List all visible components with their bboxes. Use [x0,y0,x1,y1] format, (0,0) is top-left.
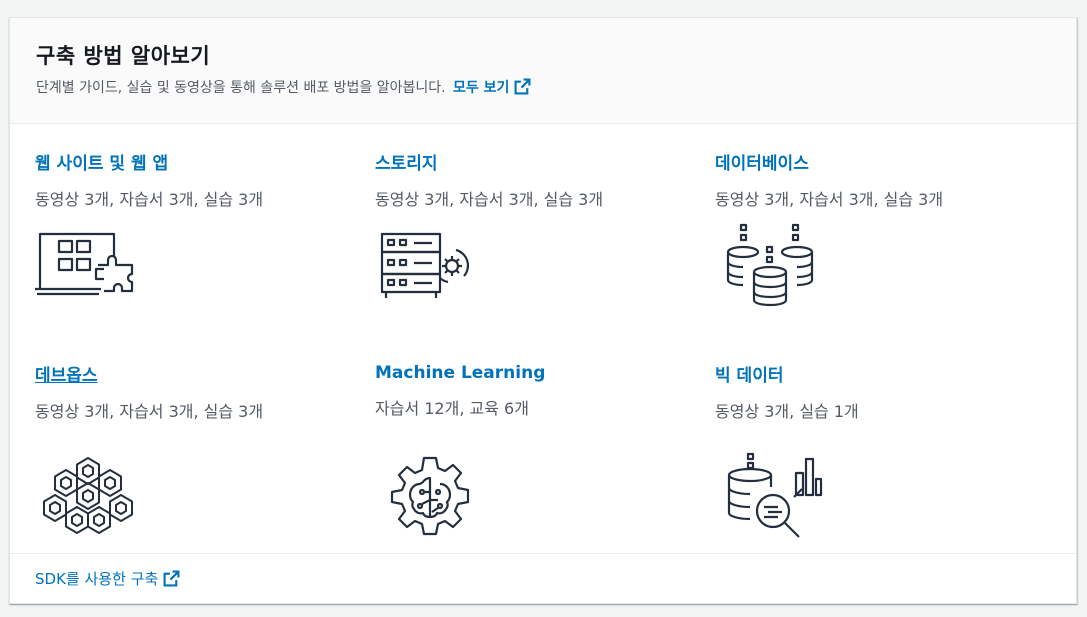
item-title-database[interactable]: 데이터베이스 [715,149,943,174]
view-all-link[interactable]: 모두 보기 [453,78,531,96]
card-header: 구축 방법 알아보기 단계별 가이드, 실습 및 동영상을 통해 솔루션 배포 … [10,18,1076,124]
item-meta-devops: 동영상 3개, 자습서 3개, 실습 3개 [35,402,264,421]
external-link-icon [514,78,531,95]
description-text: 단계별 가이드, 실습 및 동영상을 통해 솔루션 배포 방법을 알아봅니다. [36,80,446,96]
item-machine-learning: Machine Learning 자습서 12개, 교육 6개 [375,363,545,419]
item-title-big-data[interactable]: 빅 데이터 [715,361,859,386]
big-data-icon [727,452,823,538]
machine-learning-gear-icon [390,456,470,536]
external-link-icon [163,570,180,587]
item-devops: 데브옵스 동영상 3개, 자습서 3개, 실습 3개 [35,361,263,422]
devops-hexagon-icon [43,457,133,534]
build-methods-card: 구축 방법 알아보기 단계별 가이드, 실습 및 동영상을 통해 솔루션 배포 … [9,17,1077,604]
storage-server-icon [380,232,469,298]
website-app-icon [35,232,134,296]
item-title-storage[interactable]: 스토리지 [375,149,603,174]
sdk-build-link[interactable]: SDK를 사용한 구축 [35,568,180,589]
item-meta-big-data: 동영상 3개, 실습 1개 [715,402,859,421]
item-big-data: 빅 데이터 동영상 3개, 실습 1개 [715,361,859,422]
item-meta-websites: 동영상 3개, 자습서 3개, 실습 3개 [35,190,264,209]
card-footer: SDK를 사용한 구축 [10,553,1076,603]
item-meta-machine-learning: 자습서 12개, 교육 6개 [375,399,529,418]
database-icon [726,223,814,307]
sdk-build-label: SDK를 사용한 구축 [35,570,159,588]
item-database: 데이터베이스 동영상 3개, 자습서 3개, 실습 3개 [715,149,943,210]
item-title-devops[interactable]: 데브옵스 [35,361,263,386]
item-websites: 웹 사이트 및 웹 앱 동영상 3개, 자습서 3개, 실습 3개 [35,149,263,210]
item-meta-database: 동영상 3개, 자습서 3개, 실습 3개 [715,190,944,209]
card-description: 단계별 가이드, 실습 및 동영상을 통해 솔루션 배포 방법을 알아봅니다. … [36,77,531,97]
item-storage: 스토리지 동영상 3개, 자습서 3개, 실습 3개 [375,149,603,210]
card-title: 구축 방법 알아보기 [36,44,211,68]
item-meta-storage: 동영상 3개, 자습서 3개, 실습 3개 [375,190,604,209]
view-all-label: 모두 보기 [453,80,510,96]
item-title-machine-learning[interactable]: Machine Learning [375,363,545,383]
item-title-websites[interactable]: 웹 사이트 및 웹 앱 [35,149,263,174]
